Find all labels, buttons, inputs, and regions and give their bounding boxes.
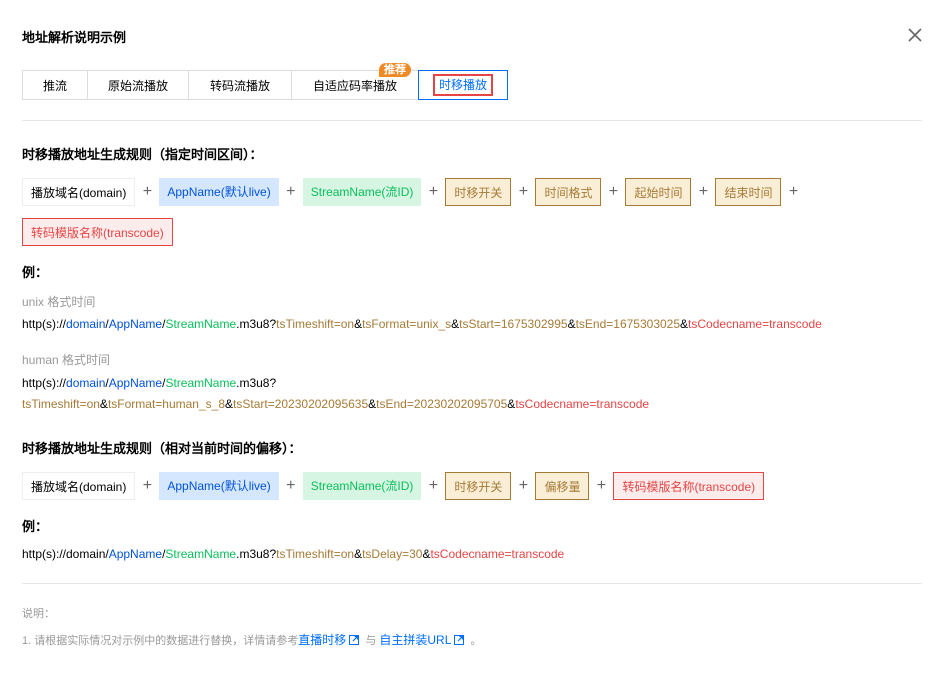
close-icon[interactable]	[906, 26, 926, 46]
rule2-heading: 时移播放地址生成规则（相对当前时间的偏移）：	[22, 441, 302, 456]
rule1-chips: 播放域名(domain) + AppName(默认live) + StreamN…	[22, 178, 805, 206]
chip-offset: 偏移量	[535, 472, 590, 500]
tab-label: 时移播放	[432, 74, 493, 96]
chip-transcode: 转码模版名称(transcode)	[613, 472, 765, 500]
chip-timeshift: 时移开关	[445, 178, 512, 206]
chip-start-time: 起始时间	[625, 178, 692, 206]
chip-appname: AppName(默认live)	[159, 472, 279, 500]
rule2-chips: 播放域名(domain) + AppName(默认live) + StreamN…	[22, 472, 765, 500]
tab-push[interactable]: 推流	[22, 70, 87, 100]
link-custom-url[interactable]: 自主拼装URL	[379, 633, 451, 647]
dialog-title: 地址解析说明示例	[22, 30, 127, 45]
plus-icon: +	[608, 183, 619, 200]
human-url-line2: tsTimeshift=on&tsFormat=human_s_8&tsStar…	[22, 397, 650, 411]
plus-icon: +	[286, 477, 296, 494]
tab-timeshift-play[interactable]: 推荐 时移播放	[379, 63, 508, 100]
recommend-badge: 推荐	[379, 63, 411, 77]
plus-icon: +	[596, 477, 607, 494]
notes-text: 1. 请根据实际情况对示例中的数据进行替换，详情请参考直播时移 与 自主拼装UR…	[22, 633, 482, 647]
chip-time-format: 时间格式	[535, 178, 602, 206]
tab-transcode-play[interactable]: 转码流播放	[188, 70, 291, 100]
example2-label: 例：	[22, 519, 49, 534]
rule1-chips-row2: 转码模版名称(transcode)	[22, 218, 173, 246]
divider	[22, 120, 922, 121]
link-timeshift[interactable]: 直播时移	[298, 633, 346, 647]
unix-label: unix 格式时间	[22, 295, 96, 309]
chip-appname: AppName(默认live)	[159, 178, 279, 206]
chip-streamname: StreamName(流ID)	[302, 472, 422, 500]
notes-label: 说明：	[22, 608, 55, 620]
chip-timeshift: 时移开关	[445, 472, 512, 500]
plus-icon: +	[518, 477, 529, 494]
chip-domain: 播放域名(domain)	[22, 472, 136, 500]
plus-icon: +	[788, 183, 799, 200]
chip-end-time: 结束时间	[715, 178, 782, 206]
external-link-icon[interactable]	[454, 635, 465, 645]
chip-domain: 播放域名(domain)	[22, 178, 136, 206]
plus-icon: +	[142, 183, 153, 200]
external-link-icon[interactable]	[349, 635, 360, 645]
tab-bar: 推流 原始流播放 转码流播放 自适应码率播放 推荐 时移播放	[22, 63, 508, 100]
plus-icon: +	[698, 183, 709, 200]
offset-url: http(s)://domain/AppName/StreamName.m3u8…	[22, 547, 565, 561]
divider	[22, 583, 922, 584]
plus-icon: +	[142, 477, 153, 494]
plus-icon: +	[428, 477, 439, 494]
rule1-heading: 时移播放地址生成规则（指定时间区间）：	[22, 147, 263, 162]
plus-icon: +	[518, 183, 529, 200]
example1-label: 例：	[22, 265, 49, 280]
plus-icon: +	[428, 183, 439, 200]
chip-transcode: 转码模版名称(transcode)	[22, 218, 173, 246]
tab-original-play[interactable]: 原始流播放	[87, 70, 188, 100]
unix-url: http(s)://domain/AppName/StreamName.m3u8…	[22, 317, 822, 331]
human-url-line1: http(s)://domain/AppName/StreamName.m3u8…	[22, 376, 277, 390]
plus-icon: +	[286, 183, 296, 200]
chip-streamname: StreamName(流ID)	[302, 178, 422, 206]
human-label: human 格式时间	[22, 353, 111, 367]
